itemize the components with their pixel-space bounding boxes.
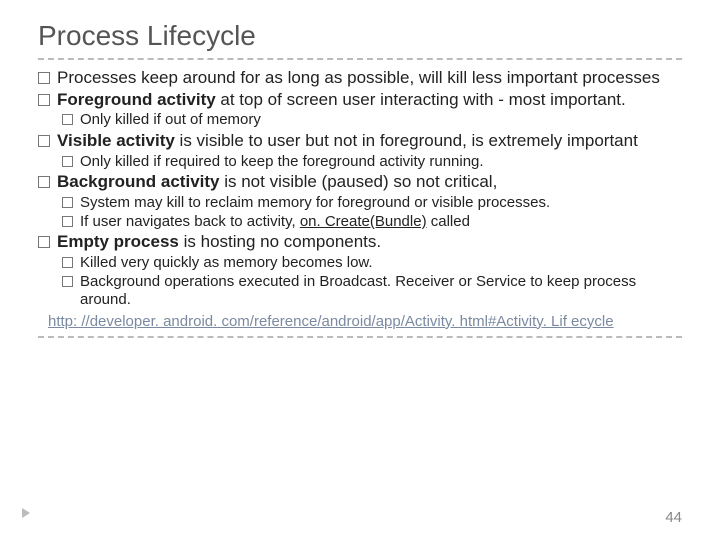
bullet-box-icon <box>62 156 73 167</box>
bold-term: Visible activity <box>57 131 175 150</box>
slide: Process Lifecycle Processes keep around … <box>0 0 720 540</box>
list-item: Processes keep around for as long as pos… <box>38 68 682 89</box>
item-tail: is visible to user but not in foreground… <box>175 131 638 150</box>
bullet-box-icon <box>38 236 50 248</box>
item-text: Foreground activity at top of screen use… <box>57 90 626 111</box>
sub-list: Only killed if out of memory <box>62 111 682 129</box>
bullet-box-icon <box>38 72 50 84</box>
item-text: Background operations executed in Broadc… <box>80 273 682 310</box>
item-text: Only killed if out of memory <box>80 111 261 129</box>
bullet-box-icon <box>38 94 50 106</box>
bullet-box-icon <box>62 114 73 125</box>
item-head: If user navigates back to activity, <box>80 213 300 230</box>
list-item: If user navigates back to activity, on. … <box>62 213 682 231</box>
bullet-box-icon <box>38 135 50 147</box>
bullet-list: Visible activity is visible to user but … <box>38 131 682 152</box>
list-item: Only killed if required to keep the fore… <box>62 153 682 171</box>
bullet-box-icon <box>62 197 73 208</box>
bullet-list: Processes keep around for as long as pos… <box>38 68 682 110</box>
item-text: If user navigates back to activity, on. … <box>80 213 470 231</box>
list-item: Background operations executed in Broadc… <box>62 273 682 310</box>
bullet-list: Empty process is hosting no components. <box>38 232 682 253</box>
bold-term: Empty process <box>57 232 179 251</box>
item-text: Background activity is not visible (paus… <box>57 172 497 193</box>
sub-list: System may kill to reclaim memory for fo… <box>62 194 682 232</box>
bullet-list: Background activity is not visible (paus… <box>38 172 682 193</box>
item-text: Processes keep around for as long as pos… <box>57 68 660 89</box>
item-tail: is hosting no components. <box>179 232 381 251</box>
bold-term: Background activity <box>57 172 220 191</box>
list-item: Empty process is hosting no components. <box>38 232 682 253</box>
sub-list: Killed very quickly as memory becomes lo… <box>62 254 682 310</box>
item-tail: at top of screen user interacting with -… <box>216 90 626 109</box>
item-text: Killed very quickly as memory becomes lo… <box>80 254 373 272</box>
reference-link[interactable]: http: //developer. android. com/referenc… <box>48 313 682 332</box>
item-text: Empty process is hosting no components. <box>57 232 381 253</box>
bullet-box-icon <box>38 176 50 188</box>
bullet-box-icon <box>62 216 73 227</box>
play-icon <box>22 508 30 518</box>
list-item: Only killed if out of memory <box>62 111 682 129</box>
divider-bottom <box>38 336 682 338</box>
divider-top <box>38 58 682 60</box>
list-item: System may kill to reclaim memory for fo… <box>62 194 682 212</box>
page-number: 44 <box>665 509 682 526</box>
bullet-box-icon <box>62 276 73 287</box>
sub-list: Only killed if required to keep the fore… <box>62 153 682 171</box>
list-item: Foreground activity at top of screen use… <box>38 90 682 111</box>
list-item: Killed very quickly as memory becomes lo… <box>62 254 682 272</box>
item-text: Only killed if required to keep the fore… <box>80 153 484 171</box>
item-tail: is not visible (paused) so not critical, <box>220 172 498 191</box>
inline-link[interactable]: on. Create(Bundle) <box>300 213 427 230</box>
item-text: System may kill to reclaim memory for fo… <box>80 194 550 212</box>
item-tail: called <box>427 213 470 230</box>
list-item: Background activity is not visible (paus… <box>38 172 682 193</box>
item-text: Visible activity is visible to user but … <box>57 131 638 152</box>
slide-title: Process Lifecycle <box>38 20 682 52</box>
bold-term: Foreground activity <box>57 90 216 109</box>
bullet-box-icon <box>62 257 73 268</box>
list-item: Visible activity is visible to user but … <box>38 131 682 152</box>
